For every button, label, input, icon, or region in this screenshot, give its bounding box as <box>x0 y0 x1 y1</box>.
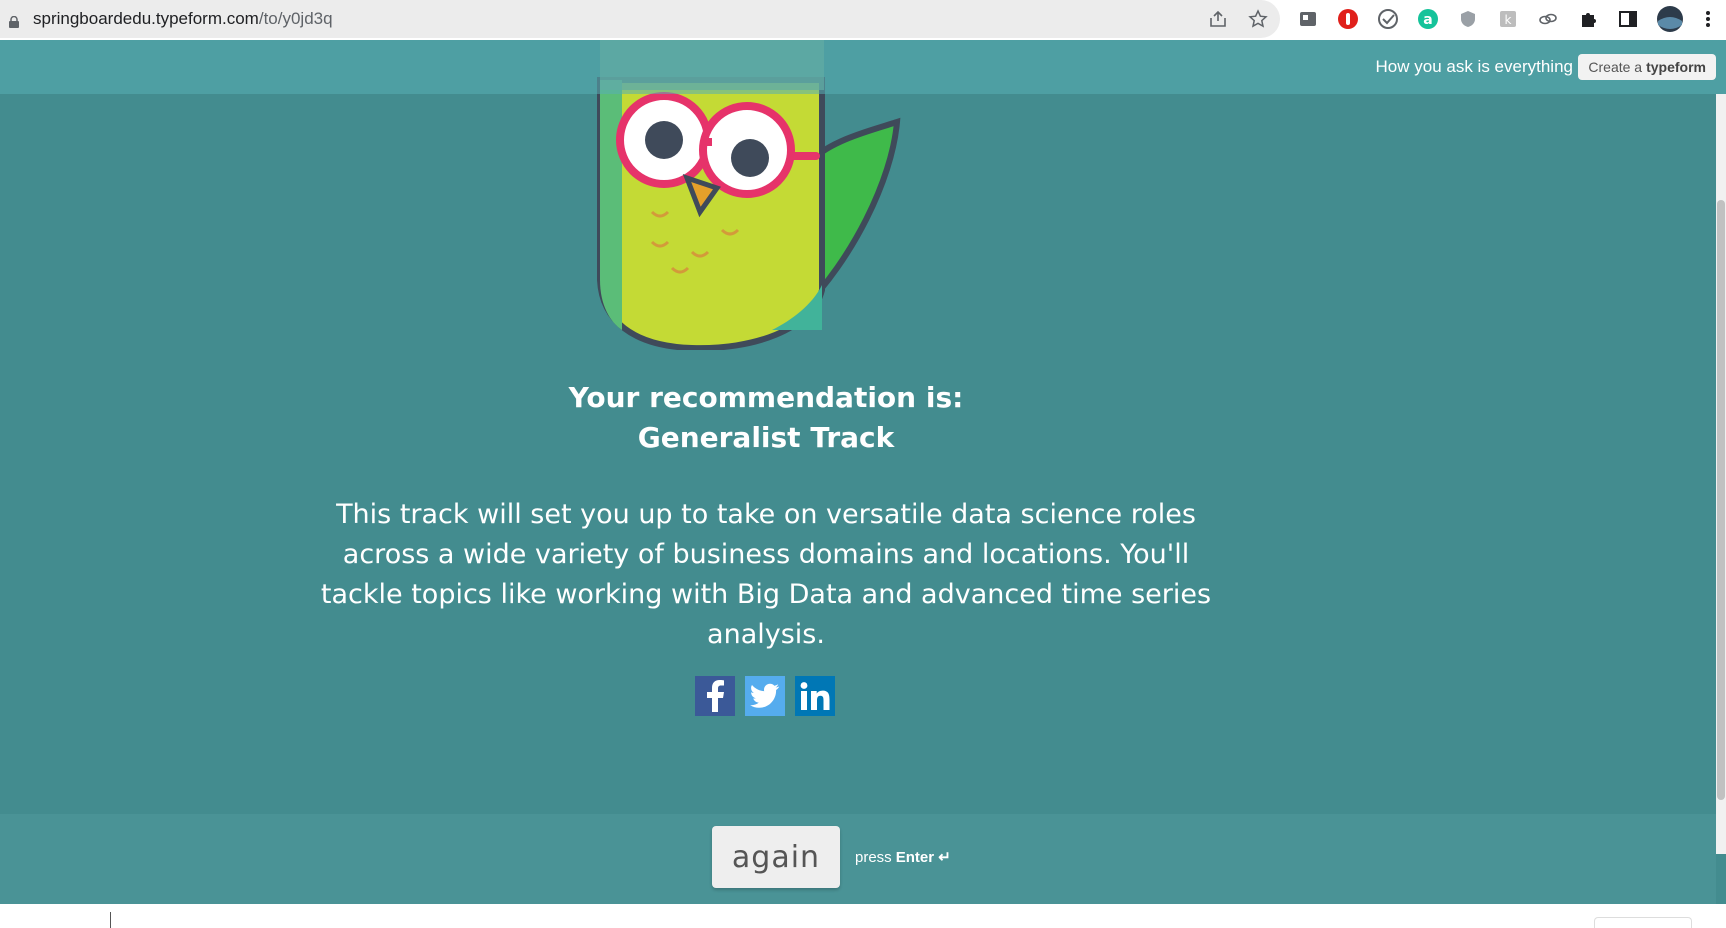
create-brand: typeform <box>1646 59 1706 75</box>
extension-k-icon[interactable]: k <box>1496 7 1520 31</box>
lock-icon <box>8 13 20 28</box>
recommendation-heading: Your recommendation is: Generalist Track <box>0 378 1532 458</box>
create-typeform-button[interactable]: Create a typeform <box>1578 54 1716 80</box>
grammarly-icon[interactable]: a <box>1416 7 1440 31</box>
profile-avatar[interactable] <box>1655 4 1685 34</box>
checkmark-circle-icon[interactable] <box>1376 7 1400 31</box>
bottom-corner-box <box>1594 917 1692 928</box>
address-bar[interactable]: springboardedu.typeform.com/to/y0jd3q <box>0 0 1280 38</box>
tagline: How you ask is everything <box>1375 57 1573 76</box>
typeform-page: How you ask is everything Create a typefo… <box>0 40 1726 904</box>
adblock-icon[interactable] <box>1336 7 1360 31</box>
puzzle-extensions-icon[interactable] <box>1576 7 1600 31</box>
enter-key-label: Enter ↵ <box>895 849 951 866</box>
typeform-bottom-bar: again press Enter ↵ <box>0 814 1716 904</box>
text-caret <box>110 912 111 928</box>
recommendation-label: Your recommendation is: <box>568 381 964 414</box>
browser-menu-icon[interactable] <box>1696 7 1720 31</box>
track-description: This track will set you up to take on ve… <box>320 499 1212 650</box>
create-prefix: Create a <box>1588 59 1643 75</box>
linkedin-icon[interactable] <box>795 676 835 716</box>
url-text[interactable]: springboardedu.typeform.com/to/y0jd3q <box>33 9 333 29</box>
link-chain-icon[interactable] <box>1536 7 1560 31</box>
url-path: /to/y0jd3q <box>258 9 333 28</box>
share-icon[interactable] <box>1207 8 1229 30</box>
browser-bottom-strip <box>0 904 1726 928</box>
typeform-top-bar: How you ask is everything Create a typefo… <box>0 40 1726 94</box>
shield-icon[interactable] <box>1456 7 1480 31</box>
svg-text:a: a <box>1423 12 1432 28</box>
scrollbar-thumb[interactable] <box>1717 200 1725 800</box>
press-enter-hint: press Enter ↵ <box>855 848 951 866</box>
svg-text:k: k <box>1505 13 1512 27</box>
facebook-icon[interactable] <box>695 676 735 716</box>
press-label: press <box>855 849 892 866</box>
twitter-icon[interactable] <box>745 676 785 716</box>
recommended-track: Generalist Track <box>637 421 895 454</box>
url-host: springboardedu.typeform.com <box>33 9 259 28</box>
extension-grid-icon[interactable] <box>1296 7 1320 31</box>
social-share-buttons <box>695 676 835 716</box>
side-panel-icon[interactable] <box>1616 7 1640 31</box>
again-button[interactable]: again <box>712 826 840 888</box>
bookmark-star-icon[interactable] <box>1247 8 1269 30</box>
